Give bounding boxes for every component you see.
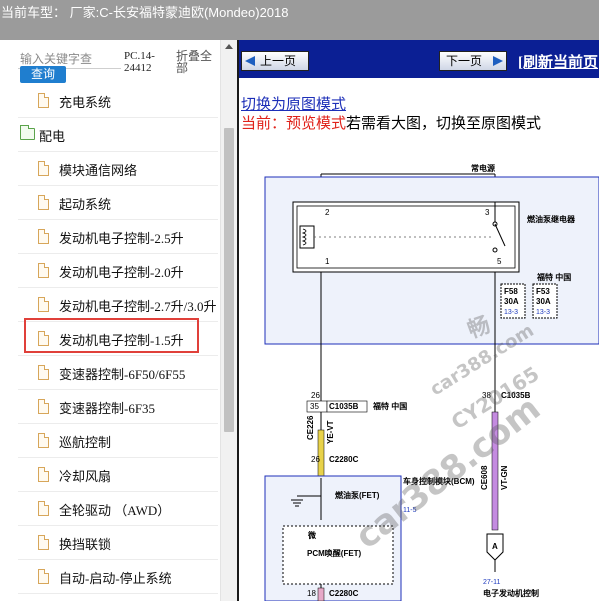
wire-color: YE-VT	[326, 420, 335, 444]
tree-item-cruise[interactable]: 巡航控制	[18, 424, 218, 458]
tree-item-shift-interlock[interactable]: 换挡联锁	[18, 526, 218, 560]
connector-owner: 福特 中国	[372, 401, 407, 411]
connector-label: C2280C	[329, 589, 359, 598]
pin-label: 26	[311, 455, 320, 464]
preview-mode-label: 预览模式	[286, 116, 347, 132]
fuse-label: F58	[504, 287, 518, 296]
tree-item-starting[interactable]: 起动系统	[18, 186, 218, 220]
fuse-box-label: 福特 中国	[536, 272, 571, 282]
tree-item-label: 冷却风扇	[59, 469, 112, 484]
tree-item-module-network[interactable]: 模块通信网络	[18, 152, 218, 186]
tree-item-label: 发动机电子控制-2.0升	[59, 265, 184, 280]
document-icon	[38, 263, 49, 278]
node-label: A	[492, 542, 498, 551]
fuse-label: F53	[536, 287, 550, 296]
tree-item-label: 发动机电子控制-2.7升/3.0升	[59, 299, 217, 314]
document-icon	[38, 433, 49, 448]
tree-item-label: 充电系统	[59, 95, 112, 110]
tree-item-awd[interactable]: 全轮驱动 （AWD）	[18, 492, 218, 526]
connector-label: C2280C	[329, 455, 359, 464]
tree-item-label: 变速器控制-6F35	[59, 401, 156, 416]
fuse-amp: 30A	[504, 297, 519, 306]
prev-page-button[interactable]: 上一页	[241, 51, 309, 71]
pin-label: 1	[325, 257, 330, 266]
arrow-right-icon	[493, 56, 503, 66]
wire-color: VT-GN	[500, 465, 509, 490]
fuse-ref: 13-3	[504, 309, 518, 316]
page-nav-bar: 上一页 下一页 [刷新当前页	[239, 40, 599, 78]
sidebar-scrollbar[interactable]	[220, 40, 237, 601]
fuse-amp: 30A	[536, 297, 551, 306]
relay-label: 燃油泵继电器	[527, 214, 576, 224]
preview-mode-line: 当前：预览模式若需看大图，切换至原图模式	[241, 112, 541, 133]
next-page-button[interactable]: 下一页	[439, 51, 507, 71]
pin-label: 2	[325, 208, 330, 217]
arrow-left-icon	[245, 56, 255, 66]
tree-item-cooling-fan[interactable]: 冷却风扇	[18, 458, 218, 492]
tree-item-engine-2-0[interactable]: 发动机电子控制-2.0升	[18, 254, 218, 288]
connector-label: C1035B	[329, 402, 359, 411]
tree-item-label: 全轮驱动 （AWD）	[59, 503, 171, 518]
preview-hint: 若需看大图，切换至原图模式	[346, 116, 542, 132]
tree-item-charging[interactable]: 充电系统	[18, 84, 218, 118]
document-icon	[38, 501, 49, 516]
next-page-label: 下一页	[446, 54, 483, 68]
pin-label: 3	[485, 208, 490, 217]
tree-item-label: 自动-启动-停止系统	[59, 571, 172, 586]
switch-original-mode-link[interactable]: 切换为原图模式	[241, 93, 346, 114]
tree-item-label: 换挡联锁	[59, 537, 112, 552]
document-icon	[38, 195, 49, 210]
current-model-text: 当前车型： 厂家:C-长安福特蒙迪欧(Mondeo)2018	[1, 5, 289, 20]
tree-item-label: 起动系统	[59, 197, 112, 212]
tree-item-label: 模块通信网络	[59, 163, 138, 178]
pin-label: 35	[310, 402, 319, 411]
document-icon	[38, 229, 49, 244]
fuel-pump-fet-label: 燃油泵(FET)	[335, 490, 380, 500]
query-button[interactable]: 查询	[20, 66, 66, 83]
tree-item-label: 配电	[39, 129, 66, 144]
document-icon	[38, 399, 49, 414]
pin-label: 26	[311, 391, 320, 400]
document-icon	[38, 365, 49, 380]
tree-item-auto-start-stop[interactable]: 自动-启动-停止系统	[18, 560, 218, 594]
ref-label: 27-11	[483, 579, 500, 586]
document-icon	[38, 535, 49, 550]
tree-item-engine-2-5[interactable]: 发动机电子控制-2.5升	[18, 220, 218, 254]
wire-code: CE226	[306, 415, 315, 440]
prev-page-label: 上一页	[260, 54, 297, 68]
tree-item-label: 巡航控制	[59, 435, 112, 450]
document-icon	[38, 569, 49, 584]
scrollbar-thumb[interactable]	[224, 128, 234, 432]
tree-item-engine-2-7[interactable]: 发动机电子控制-2.7升/3.0升	[18, 288, 218, 322]
wiring-diagram: 常电源 2 1 3 5 燃油泵继电器 福特 中国 F58 30A 13-3 F5…	[264, 163, 599, 601]
pin-label: 5	[497, 257, 502, 266]
tree-item-trans-6f35[interactable]: 变速器控制-6F35	[18, 390, 218, 424]
constant-power-label: 常电源	[471, 163, 495, 173]
scroll-up-arrow-icon[interactable]	[225, 44, 233, 49]
sidebar: 查询 PC.14-24412 折叠全部 充电系统 配电 模块通信网络 起动系统 …	[0, 40, 237, 601]
content-viewer: 上一页 下一页 [刷新当前页 切换为原图模式 当前：预览模式若需看大图，切换至原…	[237, 40, 599, 601]
selection-highlight	[24, 318, 199, 353]
tree-item-label: 发动机电子控制-2.5升	[59, 231, 184, 246]
document-icon	[38, 297, 49, 312]
current-prefix: 当前：	[241, 116, 287, 132]
refresh-page-link[interactable]: [刷新当前页	[518, 51, 598, 72]
collapse-all-link[interactable]: 折叠全部	[176, 50, 218, 74]
fuse-ref: 13-3	[536, 309, 550, 316]
document-icon	[38, 93, 49, 108]
version-label: PC.14-24412	[124, 50, 155, 74]
tree-item-trans-6f50[interactable]: 变速器控制-6F50/6F55	[18, 356, 218, 390]
document-icon	[38, 161, 49, 176]
document-icon	[38, 467, 49, 482]
title-bar: 当前车型： 厂家:C-长安福特蒙迪欧(Mondeo)2018	[0, 0, 599, 40]
tree-item-power-distribution[interactable]: 配电	[18, 118, 218, 152]
folder-icon	[20, 125, 35, 140]
ecu-label: 电子发动机控制	[483, 588, 539, 598]
micro-label: 微	[307, 530, 316, 540]
tree-item-label: 变速器控制-6F50/6F55	[59, 367, 186, 382]
pin-label: 18	[307, 589, 316, 598]
pcm-wake-label: PCM唤醒(FET)	[307, 548, 362, 558]
